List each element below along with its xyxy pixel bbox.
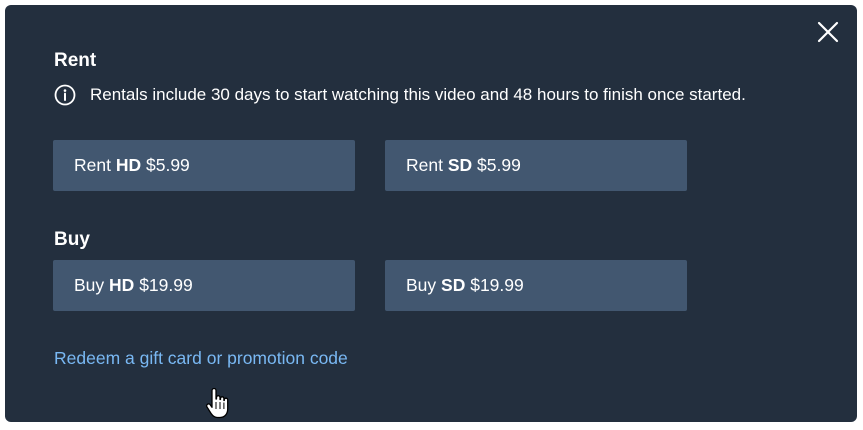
rent-sd-button[interactable]: Rent SD $5.99 <box>385 140 687 191</box>
option-quality: HD <box>115 155 142 175</box>
buy-section-title: Buy <box>54 229 90 250</box>
option-price: $5.99 <box>146 155 190 175</box>
rental-info: Rentals include 30 days to start watchin… <box>54 84 774 107</box>
rental-info-text: Rentals include 30 days to start watchin… <box>90 85 746 104</box>
option-quality: HD <box>109 275 135 295</box>
rent-hd-button[interactable]: Rent HD $5.99 <box>53 140 355 191</box>
buy-hd-button[interactable]: Buy HD $19.99 <box>53 260 355 311</box>
option-quality: SD <box>447 155 473 175</box>
option-price: $19.99 <box>470 275 524 295</box>
option-quality: SD <box>441 275 466 295</box>
option-prefix: Rent <box>74 155 111 175</box>
option-prefix: Buy <box>406 275 437 295</box>
option-price: $5.99 <box>477 155 521 175</box>
close-button[interactable] <box>815 19 841 45</box>
option-prefix: Buy <box>74 275 105 295</box>
option-price: $19.99 <box>139 275 193 295</box>
buy-sd-button[interactable]: Buy SD $19.99 <box>385 260 687 311</box>
hand-pointer-icon <box>205 388 231 420</box>
option-prefix: Rent <box>406 155 443 175</box>
purchase-options-modal: Rent Rentals include 30 days to start wa… <box>5 5 857 422</box>
redeem-gift-card-link[interactable]: Redeem a gift card or promotion code <box>54 348 348 369</box>
info-circle-icon <box>54 84 76 106</box>
close-x-icon <box>817 21 839 43</box>
rent-section-title: Rent <box>54 50 97 71</box>
